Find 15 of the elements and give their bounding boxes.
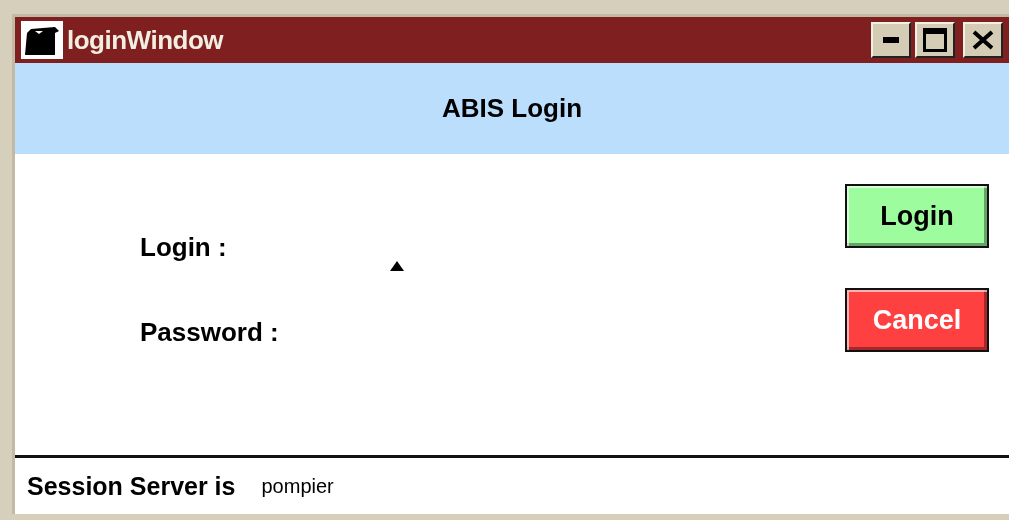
- minimize-icon: [883, 37, 899, 43]
- status-label: Session Server is: [27, 471, 236, 501]
- close-icon: [972, 30, 994, 50]
- header-title: ABIS Login: [441, 93, 583, 124]
- maximize-button[interactable]: [915, 22, 955, 58]
- field-label: Login :: [140, 232, 228, 263]
- triangle-icon: [390, 261, 404, 271]
- field-label: Password :: [140, 317, 280, 348]
- dialog-button[interactable]: Login: [845, 184, 989, 248]
- close-button[interactable]: [963, 22, 1003, 58]
- minimize-button[interactable]: [871, 22, 911, 58]
- server-name: pompier: [261, 474, 334, 498]
- maximize-icon: [923, 28, 947, 52]
- app-icon: [21, 21, 63, 59]
- window-title: loginWindow: [67, 24, 225, 56]
